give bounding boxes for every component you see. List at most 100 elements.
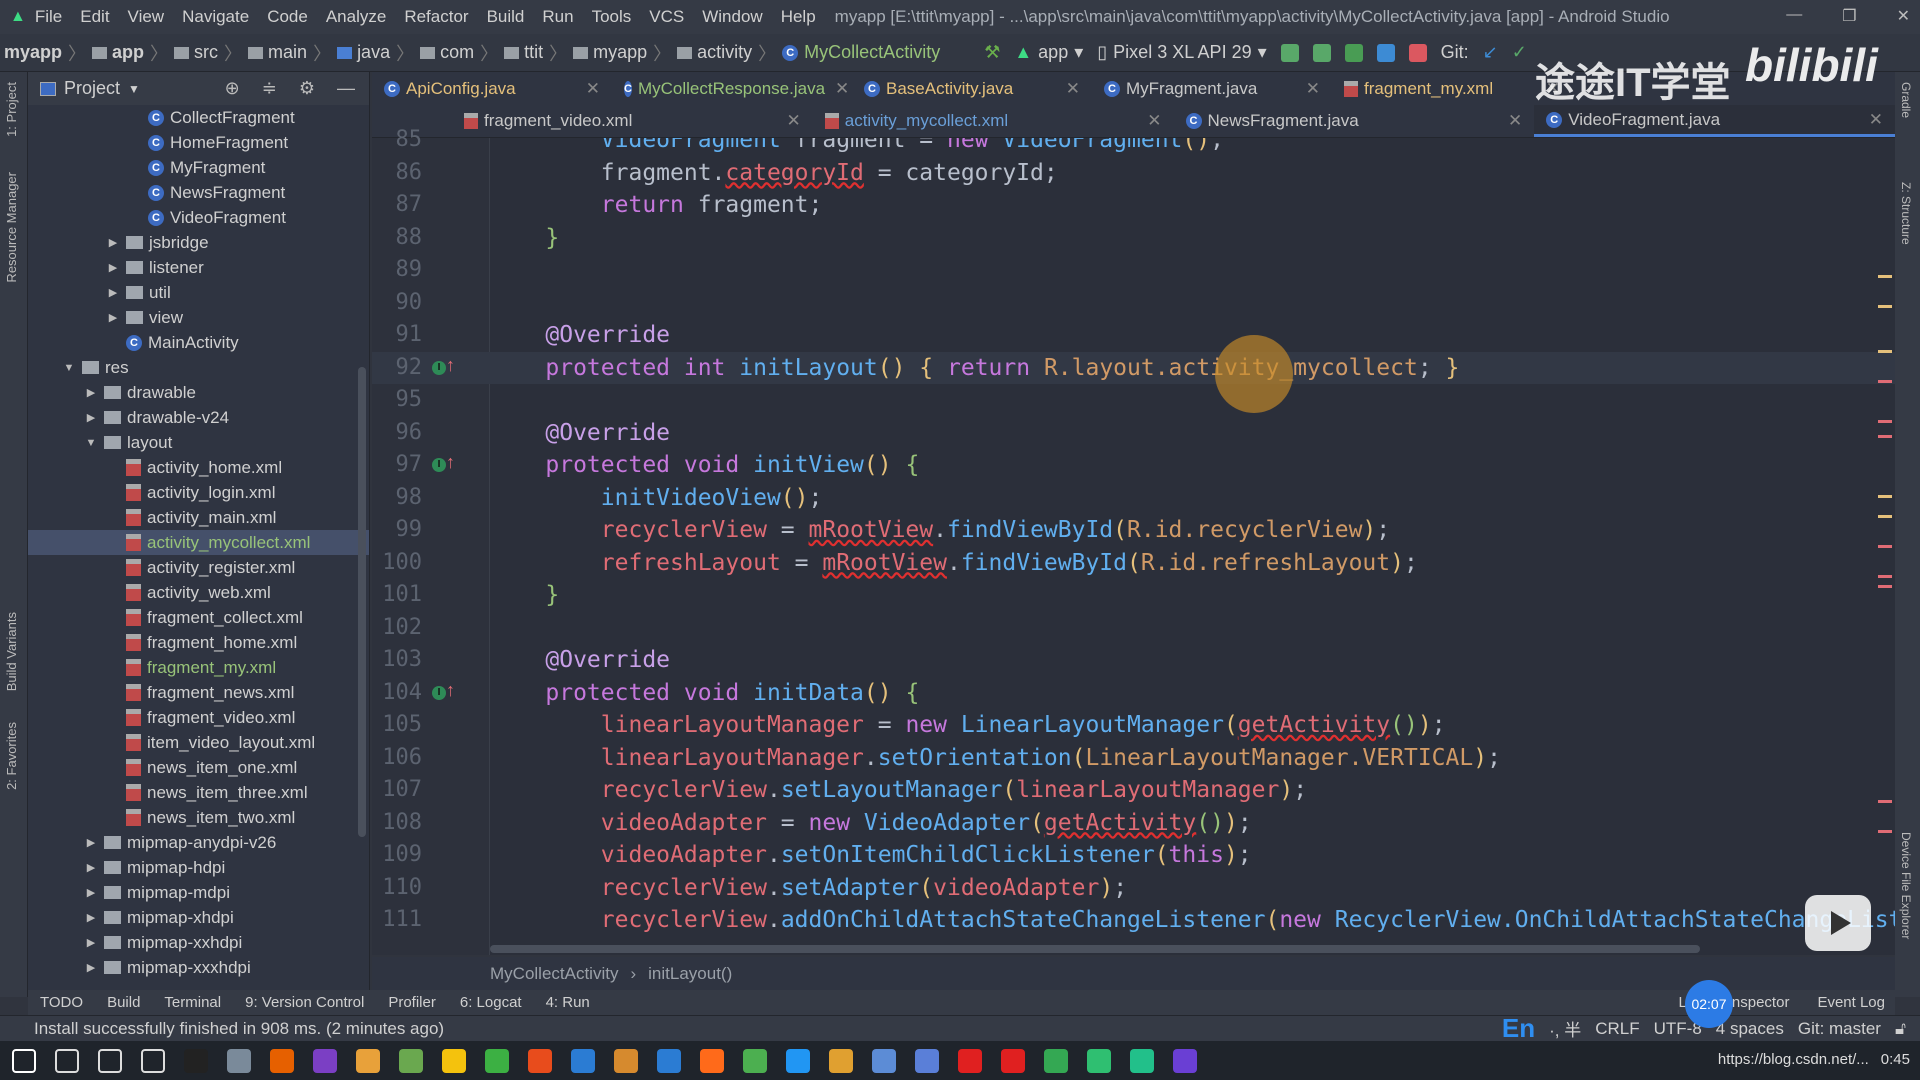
code-line[interactable]: @Override [490, 319, 670, 352]
code-editor[interactable]: VideoFragment fragment = new VideoFragme… [490, 138, 1895, 955]
ime-indicator[interactable]: En [1502, 1013, 1535, 1044]
editor-tab[interactable]: C BaseActivity.java ✕ [852, 72, 1092, 105]
tree-item[interactable]: ▶ mipmap-anydpi-v26 [28, 830, 369, 855]
code-line[interactable]: recyclerView.addOnChildAttachStateChange… [490, 904, 1895, 937]
tree-item[interactable]: news_item_two.xml [28, 805, 369, 830]
breadcrumb-item[interactable]: main [244, 42, 311, 63]
right-tool-2[interactable]: Device File Explorer [1899, 832, 1913, 939]
error-stripe-mark[interactable] [1878, 275, 1892, 278]
project-view-select[interactable]: Project [64, 78, 120, 99]
error-stripe-mark[interactable] [1878, 585, 1892, 588]
override-arrow-icon[interactable]: ↑ [446, 452, 455, 473]
code-line[interactable]: linearLayoutManager.setOrientation(Linea… [490, 742, 1501, 775]
code-line[interactable]: videoAdapter.setOnItemChildClickListener… [490, 839, 1252, 872]
tree-item[interactable]: activity_web.xml [28, 580, 369, 605]
menu-tools[interactable]: Tools [583, 7, 641, 27]
indent-setting[interactable]: 4 spaces [1716, 1019, 1784, 1039]
taskbar-app-icon[interactable] [700, 1048, 724, 1073]
taskbar-app-icon[interactable] [786, 1048, 810, 1073]
tool-button-1[interactable]: Build [107, 994, 140, 1011]
close-tab-icon[interactable]: ✕ [576, 79, 600, 99]
tree-item[interactable]: ▶ util [28, 280, 369, 305]
close-tab-icon[interactable]: ✕ [825, 79, 849, 99]
code-line[interactable]: protected void initData() { [490, 677, 919, 710]
override-arrow-icon[interactable]: ↑ [446, 355, 455, 376]
error-stripe-mark[interactable] [1878, 350, 1892, 353]
menu-run[interactable]: Run [533, 7, 582, 27]
taskbar-app-icon[interactable] [571, 1048, 595, 1073]
tree-item[interactable]: C CollectFragment [28, 105, 369, 130]
error-stripe-mark[interactable] [1878, 575, 1892, 578]
tree-item[interactable]: fragment_collect.xml [28, 605, 369, 630]
tree-item[interactable]: fragment_home.xml [28, 630, 369, 655]
taskbar-app-icon[interactable] [184, 1048, 208, 1073]
tree-item[interactable]: activity_home.xml [28, 455, 369, 480]
expand-arrow-icon[interactable]: ▶ [84, 936, 98, 949]
menu-help[interactable]: Help [772, 7, 825, 27]
taskbar-app-icon[interactable] [657, 1048, 681, 1073]
breadcrumb-item[interactable]: ttit [500, 42, 547, 63]
menu-vcs[interactable]: VCS [640, 7, 693, 27]
expand-arrow-icon[interactable]: ▶ [106, 286, 120, 299]
taskbar-app-icon[interactable] [1130, 1048, 1154, 1073]
taskbar-app-icon[interactable] [1001, 1048, 1025, 1073]
override-arrow-icon[interactable]: ↑ [446, 680, 455, 701]
code-line[interactable]: } [490, 222, 559, 255]
tree-item[interactable]: C VideoFragment [28, 205, 369, 230]
tree-item[interactable]: C MainActivity [28, 330, 369, 355]
project-scrollbar[interactable] [358, 367, 366, 837]
lock-icon[interactable]: 🔓︎ [1895, 1019, 1906, 1039]
tree-item[interactable]: C NewsFragment [28, 180, 369, 205]
gear-icon[interactable]: ⚙ [299, 78, 315, 99]
breadcrumb-current[interactable]: C MyCollectActivity [778, 42, 944, 63]
code-line[interactable]: } [490, 579, 559, 612]
debug-icon[interactable] [1344, 43, 1363, 62]
tree-item[interactable]: ▶ mipmap-xhdpi [28, 905, 369, 930]
apply-changes-icon[interactable] [1312, 43, 1331, 62]
error-stripe-mark[interactable] [1878, 435, 1892, 438]
code-line[interactable]: @Override [490, 644, 670, 677]
tree-item[interactable]: activity_login.xml [28, 480, 369, 505]
expand-arrow-icon[interactable]: ▶ [84, 836, 98, 849]
minimize-button[interactable]: — [1786, 6, 1802, 26]
tree-item[interactable]: fragment_news.xml [28, 680, 369, 705]
taskbar-app-icon[interactable] [743, 1048, 767, 1073]
taskbar-app-icon[interactable] [829, 1048, 853, 1073]
run-config-select[interactable]: ▲ app ▾ [1014, 42, 1083, 63]
code-line[interactable]: @Override [490, 417, 670, 450]
error-stripe-mark[interactable] [1878, 495, 1892, 498]
tree-item[interactable]: C MyFragment [28, 155, 369, 180]
menu-code[interactable]: Code [258, 7, 317, 27]
taskbar-app-icon[interactable] [399, 1048, 423, 1073]
implements-icon[interactable]: I [432, 458, 446, 472]
taskbar-app-icon[interactable] [528, 1048, 552, 1073]
menu-edit[interactable]: Edit [71, 7, 118, 27]
locate-icon[interactable]: ⊕ [225, 78, 240, 99]
left-tool-1[interactable]: Resource Manager [4, 172, 19, 283]
taskbar-app-icon[interactable] [958, 1048, 982, 1073]
tree-item[interactable]: item_video_layout.xml [28, 730, 369, 755]
taskbar-app-icon[interactable] [12, 1048, 36, 1073]
tree-item[interactable]: activity_mycollect.xml [28, 530, 369, 555]
tree-item[interactable]: ▶ drawable-v24 [28, 405, 369, 430]
error-stripe-mark[interactable] [1878, 830, 1892, 833]
taskbar-app-icon[interactable] [227, 1048, 251, 1073]
tool-button-6[interactable]: 4: Run [546, 994, 590, 1011]
breadcrumb-method[interactable]: initLayout() [648, 964, 732, 984]
taskbar-app-icon[interactable] [915, 1048, 939, 1073]
tree-item[interactable]: news_item_one.xml [28, 755, 369, 780]
editor-tab[interactable]: activity_mycollect.xml ✕ [813, 105, 1174, 137]
expand-arrow-icon[interactable]: ▼ [62, 362, 76, 374]
expand-arrow-icon[interactable]: ▶ [84, 861, 98, 874]
close-tab-icon[interactable]: ✕ [1056, 79, 1080, 99]
code-line[interactable]: protected int initLayout() { return R.la… [490, 352, 1459, 385]
expand-arrow-icon[interactable]: ▶ [106, 311, 120, 324]
left-tool-3[interactable]: 2: Favorites [4, 722, 19, 790]
tree-item[interactable]: ▶ mipmap-hdpi [28, 855, 369, 880]
taskbar-app-icon[interactable] [1044, 1048, 1068, 1073]
restore-button[interactable]: ❐ [1842, 6, 1856, 26]
error-stripe-mark[interactable] [1878, 420, 1892, 423]
left-tool-0[interactable]: 1: Project [4, 82, 19, 137]
tree-item[interactable]: activity_register.xml [28, 555, 369, 580]
profile-icon[interactable] [1376, 43, 1395, 62]
